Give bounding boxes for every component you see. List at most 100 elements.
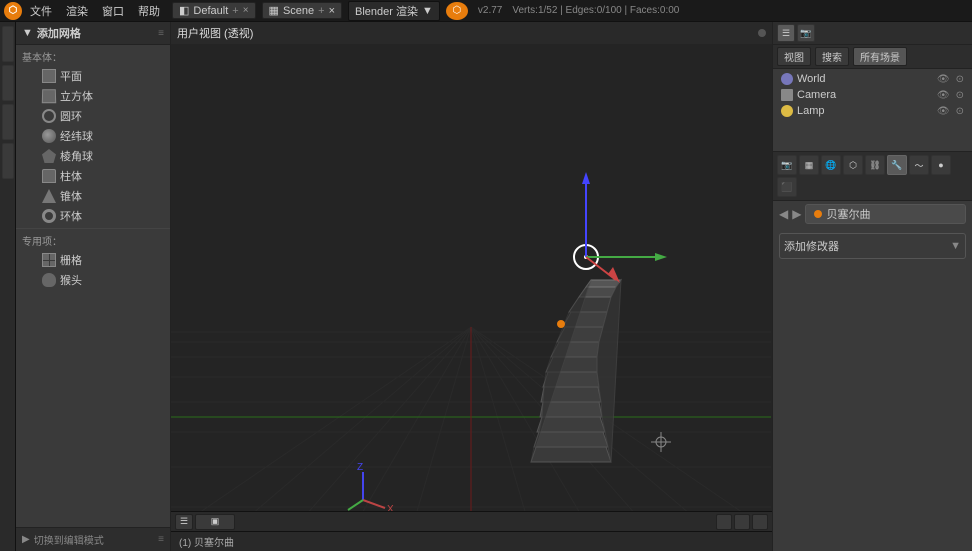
- workspace-add-btn[interactable]: +: [232, 5, 238, 17]
- mesh-item-plane[interactable]: 平面: [16, 66, 170, 86]
- outliner-item-world[interactable]: World 👁 ⊙: [773, 71, 972, 87]
- mesh-item-uvsphere[interactable]: 经纬球: [16, 126, 170, 146]
- object-name-label: 贝塞尔曲: [826, 206, 870, 222]
- viewport-status: (1) 贝塞尔曲: [171, 531, 772, 551]
- menu-window[interactable]: 窗口: [96, 1, 130, 21]
- object-color-dot: [814, 210, 822, 218]
- edit-mode-icon: ▶: [22, 534, 30, 545]
- stats-info: Verts:1/52 | Edges:0/100 | Faces:0:00: [512, 5, 679, 16]
- left-strip-tab-1[interactable]: [2, 26, 14, 62]
- scene-add-btn[interactable]: +: [318, 5, 324, 17]
- view-select-btn[interactable]: ☰: [175, 514, 193, 530]
- left-strip-tab-3[interactable]: [2, 104, 14, 140]
- scene-name: Scene: [283, 5, 314, 17]
- nav-back-btn[interactable]: ◀: [779, 207, 788, 221]
- world-eye-icon[interactable]: 👁: [937, 74, 950, 85]
- panel-header[interactable]: ▼ 添加网格 ≡: [16, 22, 170, 45]
- viewport-right-tools: [716, 514, 768, 530]
- outliner-list: World 👁 ⊙ Camera 👁 ⊙ Lamp 👁 ⊙: [773, 69, 972, 151]
- edit-mode-label: 切换到编辑模式: [34, 532, 104, 547]
- scene-tab[interactable]: ▦ Scene + ×: [262, 2, 342, 19]
- view-mode-btn[interactable]: ▣: [195, 514, 235, 530]
- world-label: World: [797, 73, 826, 85]
- add-modifier-label: 添加修改器: [784, 238, 839, 254]
- left-strip-tab-4[interactable]: [2, 143, 14, 179]
- mesh-item-cone[interactable]: 锥体: [16, 186, 170, 206]
- torus-icon: [42, 209, 56, 223]
- cylinder-icon: [42, 169, 56, 183]
- tab-view[interactable]: 视图: [777, 47, 811, 66]
- menu-render[interactable]: 渲染: [60, 1, 94, 21]
- main-layout: ▼ 添加网格 ≡ 基本体： 平面 立方体 圆环 经纬球 棱角球: [0, 22, 972, 551]
- grid-label: 栅格: [60, 252, 82, 268]
- circle-icon: [42, 109, 56, 123]
- outliner-item-lamp[interactable]: Lamp 👁 ⊙: [773, 103, 972, 119]
- tab-all-scenes[interactable]: 所有场景: [853, 47, 907, 66]
- outliner-item-camera[interactable]: Camera 👁 ⊙: [773, 87, 972, 103]
- icosphere-icon: [42, 149, 56, 163]
- cone-icon: [42, 189, 56, 203]
- menu-help[interactable]: 帮助: [132, 1, 166, 21]
- renderer-select[interactable]: Blender 渲染 ▼: [348, 1, 440, 21]
- mesh-item-circle[interactable]: 圆环: [16, 106, 170, 126]
- prop-render-btn[interactable]: 📷: [777, 155, 797, 175]
- prop-world-btn[interactable]: 🌐: [821, 155, 841, 175]
- camera-icon: [781, 89, 793, 101]
- panel-header-title: ▼ 添加网格: [22, 25, 81, 41]
- workspace-tab[interactable]: ◧ Default + ×: [172, 2, 256, 19]
- prop-data-btn[interactable]: 〜: [909, 155, 929, 175]
- viewport-object-info: (1) 贝塞尔曲: [179, 534, 234, 549]
- lamp-icon: [781, 105, 793, 117]
- plane-label: 平面: [60, 68, 82, 84]
- monkey-icon: [42, 273, 56, 287]
- mesh-item-cube[interactable]: 立方体: [16, 86, 170, 106]
- prop-constraints-btn[interactable]: ⛓: [865, 155, 885, 175]
- tool-btn-2[interactable]: [734, 514, 750, 530]
- scene-close-btn[interactable]: ×: [329, 5, 335, 17]
- outliner-view-btn[interactable]: ☰: [777, 24, 795, 42]
- prop-modifiers-btn[interactable]: 🔧: [887, 155, 907, 175]
- mesh-item-grid[interactable]: 栅格: [16, 250, 170, 270]
- left-strip-tab-2[interactable]: [2, 65, 14, 101]
- torus-label: 环体: [60, 208, 82, 224]
- edit-mode-toggle[interactable]: ▶ 切换到编辑模式 ≡: [16, 527, 170, 551]
- mesh-item-icosphere[interactable]: 棱角球: [16, 146, 170, 166]
- add-modifier-btn[interactable]: 添加修改器 ▼: [779, 233, 966, 259]
- cylinder-label: 柱体: [60, 168, 82, 184]
- camera-eye-icon[interactable]: 👁: [937, 90, 950, 101]
- lamp-restrict-icon[interactable]: ⊙: [956, 106, 964, 117]
- cube-label: 立方体: [60, 88, 93, 104]
- version-info: v2.77: [478, 5, 502, 16]
- left-strip: [0, 22, 16, 551]
- panel-toggle-icon: ▼: [22, 27, 33, 39]
- prop-scene-btn[interactable]: ▦: [799, 155, 819, 175]
- prop-object-btn[interactable]: ⬡: [843, 155, 863, 175]
- icosphere-label: 棱角球: [60, 148, 93, 164]
- lamp-eye-icon[interactable]: 👁: [937, 106, 950, 117]
- tab-search[interactable]: 搜索: [815, 47, 849, 66]
- prop-material-btn[interactable]: ●: [931, 155, 951, 175]
- uvsphere-label: 经纬球: [60, 128, 93, 144]
- workspace-name: Default: [193, 5, 228, 17]
- top-bar: ⬡ 文件 渲染 窗口 帮助 ◧ Default + × ▦ Scene + × …: [0, 0, 972, 22]
- camera-restrict-icon[interactable]: ⊙: [956, 90, 964, 101]
- world-restrict-icon[interactable]: ⊙: [956, 74, 964, 85]
- tool-btn-3[interactable]: [752, 514, 768, 530]
- mesh-item-monkey[interactable]: 猴头: [16, 270, 170, 290]
- nav-forward-btn[interactable]: ▶: [792, 207, 801, 221]
- workspace-icon: ◧: [179, 4, 189, 17]
- properties-nav: ◀ ▶ 贝塞尔曲: [773, 201, 972, 227]
- outliner-cam-btn[interactable]: 📷: [797, 24, 815, 42]
- workspace-close-btn[interactable]: ×: [243, 5, 249, 16]
- mesh-item-cylinder[interactable]: 柱体: [16, 166, 170, 186]
- blender-logo[interactable]: ⬡: [4, 2, 22, 20]
- section-special-label: 专用项：: [16, 228, 170, 250]
- menu-file[interactable]: 文件: [24, 1, 58, 21]
- properties-panel: 📷 ▦ 🌐 ⬡ ⛓ 🔧 〜: [773, 152, 972, 551]
- prop-texture-btn[interactable]: ⬛: [777, 177, 797, 197]
- mesh-item-torus[interactable]: 环体: [16, 206, 170, 226]
- cube-icon: [42, 89, 56, 103]
- properties-icon-tabs: 📷 ▦ 🌐 ⬡ ⛓ 🔧 〜: [773, 152, 972, 201]
- viewport[interactable]: 用户视图 (透视): [171, 22, 772, 551]
- tool-btn-1[interactable]: [716, 514, 732, 530]
